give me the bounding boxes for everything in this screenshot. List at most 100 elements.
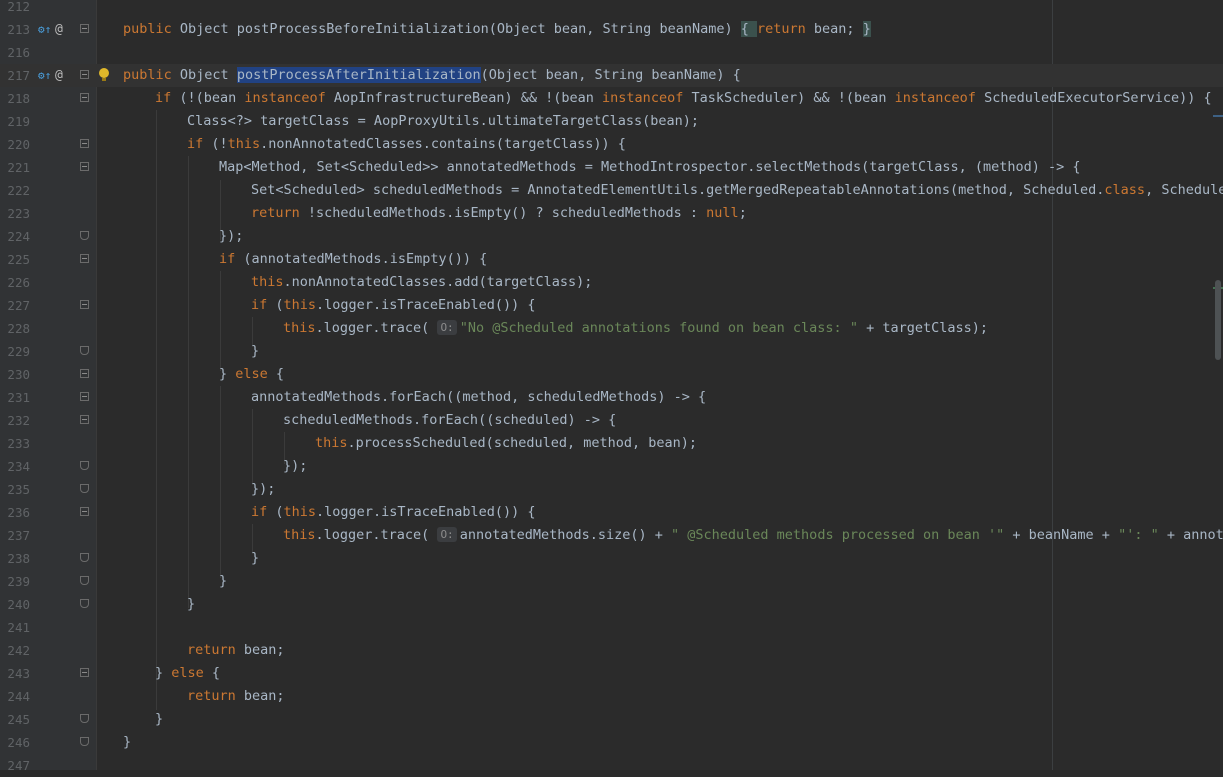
line-number: 240 (7, 597, 30, 612)
code-line-233[interactable]: 233 this.processScheduled(scheduled, met… (0, 432, 1223, 455)
fold-marker-icon[interactable] (80, 254, 89, 263)
fold-end-icon[interactable] (80, 599, 89, 608)
fold-marker-icon[interactable] (80, 392, 89, 401)
code-line-227[interactable]: 227 if (this.logger.isTraceEnabled()) { (0, 294, 1223, 317)
line-number: 236 (7, 505, 30, 520)
line-number: 219 (7, 114, 30, 129)
scrollbar-thumb[interactable] (1215, 280, 1221, 360)
code-line-213[interactable]: 213 ⚙↑ @ public Object postProcessBefore… (0, 18, 1223, 41)
code-line-218[interactable]: 218 if (!(bean instanceof AopInfrastruct… (0, 87, 1223, 110)
fold-end-icon[interactable] (80, 484, 89, 493)
line-number: 237 (7, 528, 30, 543)
fold-marker-icon[interactable] (80, 668, 89, 677)
code-line-244[interactable]: 244 return bean; (0, 685, 1223, 708)
code-text: if (this.logger.isTraceEnabled()) { (251, 504, 536, 520)
line-number: 218 (7, 91, 30, 106)
fold-end-icon[interactable] (80, 714, 89, 723)
code-line-245[interactable]: 245 } (0, 708, 1223, 731)
code-line-226[interactable]: 226 this.nonAnnotatedClasses.add(targetC… (0, 271, 1223, 294)
line-number: 227 (7, 298, 30, 313)
code-line-246[interactable]: 246 } (0, 731, 1223, 754)
fold-marker-icon[interactable] (80, 24, 89, 33)
line-number: 226 (7, 275, 30, 290)
code-text: if (!this.nonAnnotatedClasses.contains(t… (187, 136, 626, 152)
fold-marker-icon[interactable] (80, 369, 89, 378)
code-line-239[interactable]: 239 } (0, 570, 1223, 593)
line-number: 246 (7, 735, 30, 750)
code-line-240[interactable]: 240 } (0, 593, 1223, 616)
code-editor[interactable]: 212 213 ⚙↑ @ public Object postProcessBe… (0, 0, 1223, 773)
fold-marker-icon[interactable] (80, 415, 89, 424)
line-number: 241 (7, 620, 30, 635)
code-text: Map<Method, Set<Scheduled>> annotatedMet… (219, 159, 1081, 175)
code-line-242[interactable]: 242 return bean; (0, 639, 1223, 662)
code-line-224[interactable]: 224 }); (0, 225, 1223, 248)
change-marker[interactable] (1213, 115, 1223, 117)
vertical-scrollbar[interactable] (1213, 0, 1223, 770)
code-line-221[interactable]: 221 Map<Method, Set<Scheduled>> annotate… (0, 156, 1223, 179)
code-text: } else { (219, 366, 285, 382)
line-number: 220 (7, 137, 30, 152)
code-line-235[interactable]: 235 }); (0, 478, 1223, 501)
line-number: 234 (7, 459, 30, 474)
code-line-216[interactable]: 216 (0, 41, 1223, 64)
code-text: return bean; (187, 688, 285, 704)
fold-marker-icon[interactable] (80, 162, 89, 171)
code-line-234[interactable]: 234 }); (0, 455, 1223, 478)
parameter-hint: O: (437, 320, 457, 335)
code-text: } (219, 573, 228, 589)
code-line-217[interactable]: 217 ⚙↑ @ public Object postProcessAfterI… (0, 64, 1223, 87)
fold-marker-icon[interactable] (80, 507, 89, 516)
fold-end-icon[interactable] (80, 461, 89, 470)
code-text: } (123, 734, 132, 750)
code-line-237[interactable]: 237 this.logger.trace( O: annotatedMethod… (0, 524, 1223, 547)
line-number: 245 (7, 712, 30, 727)
line-number: 222 (7, 183, 30, 198)
fold-end-icon[interactable] (80, 346, 89, 355)
code-line-212[interactable]: 212 (0, 0, 1223, 18)
fold-marker-icon[interactable] (80, 93, 89, 102)
code-text: } (251, 343, 260, 359)
code-line-243[interactable]: 243 } else { (0, 662, 1223, 685)
code-text: } (155, 711, 164, 727)
fold-marker-icon[interactable] (80, 300, 89, 309)
code-line-225[interactable]: 225 if (annotatedMethods.isEmpty()) { (0, 248, 1223, 271)
fold-marker-icon[interactable] (80, 70, 89, 79)
intention-bulb-icon[interactable] (99, 68, 109, 81)
code-line-236[interactable]: 236 if (this.logger.isTraceEnabled()) { (0, 501, 1223, 524)
code-text: this.logger.trace( O: annotatedMethods.si… (283, 527, 1223, 543)
code-text: if (!(bean instanceof AopInfrastructureB… (155, 90, 1212, 106)
code-line-241[interactable]: 241 (0, 616, 1223, 639)
implements-method-icon[interactable]: ⚙↑ (38, 67, 51, 84)
fold-end-icon[interactable] (80, 231, 89, 240)
code-line-228[interactable]: 228 this.logger.trace( O: "No @Scheduled … (0, 317, 1223, 340)
fold-end-icon[interactable] (80, 576, 89, 585)
line-number: 243 (7, 666, 30, 681)
line-number: 216 (7, 45, 30, 60)
code-text: } (187, 596, 196, 612)
code-line-229[interactable]: 229 } (0, 340, 1223, 363)
code-line-230[interactable]: 230 } else { (0, 363, 1223, 386)
code-line-223[interactable]: 223 return !scheduledMethods.isEmpty() ?… (0, 202, 1223, 225)
code-line-222[interactable]: 222 Set<Scheduled> scheduledMethods = An… (0, 179, 1223, 202)
code-line-232[interactable]: 232 scheduledMethods.forEach((scheduled)… (0, 409, 1223, 432)
line-number: 223 (7, 206, 30, 221)
annotation-at-icon[interactable]: @ (55, 21, 63, 38)
code-line-247[interactable]: 247 (0, 754, 1223, 777)
code-line-220[interactable]: 220 if (!this.nonAnnotatedClasses.contai… (0, 133, 1223, 156)
code-line-231[interactable]: 231 annotatedMethods.forEach((method, sc… (0, 386, 1223, 409)
fold-marker-icon[interactable] (80, 139, 89, 148)
fold-end-icon[interactable] (80, 737, 89, 746)
fold-end-icon[interactable] (80, 553, 89, 562)
code-line-219[interactable]: 219 Class<?> targetClass = AopProxyUtils… (0, 110, 1223, 133)
code-text: if (this.logger.isTraceEnabled()) { (251, 297, 536, 313)
code-line-238[interactable]: 238 } (0, 547, 1223, 570)
annotation-at-icon[interactable]: @ (55, 67, 63, 84)
code-text: }); (283, 458, 308, 474)
implements-method-icon[interactable]: ⚙↑ (38, 21, 51, 38)
line-number: 212 (7, 0, 30, 14)
line-number: 247 (7, 758, 30, 773)
code-text: Set<Scheduled> scheduledMethods = Annota… (251, 182, 1223, 198)
line-number: 231 (7, 390, 30, 405)
line-number: 232 (7, 413, 30, 428)
